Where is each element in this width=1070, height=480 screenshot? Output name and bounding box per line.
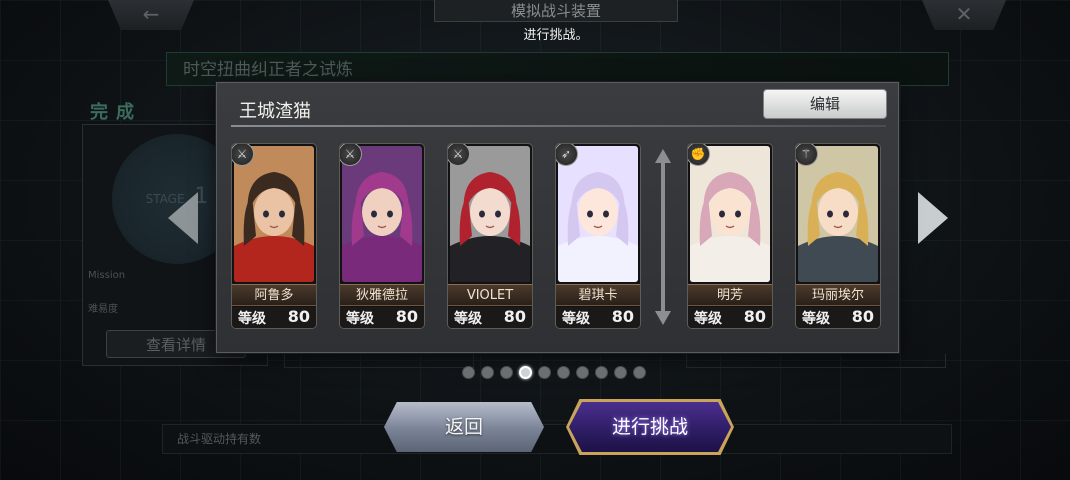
character-portrait bbox=[558, 146, 638, 282]
character-portrait bbox=[690, 146, 770, 282]
character-name: 玛丽埃尔 bbox=[796, 284, 880, 306]
pager-dot[interactable] bbox=[481, 366, 494, 379]
pager-dot[interactable] bbox=[576, 366, 589, 379]
character-portrait bbox=[450, 146, 530, 282]
screen-subtitle: 进行挑战。 bbox=[523, 28, 589, 43]
complete-label: 完成 bbox=[90, 102, 142, 123]
character-portrait bbox=[798, 146, 878, 282]
previous-team-arrow[interactable] bbox=[168, 192, 198, 244]
character-name: 阿鲁多 bbox=[232, 284, 316, 306]
back-arrow-icon: ← bbox=[142, 2, 160, 26]
challenge-button-frame: 进行挑战 bbox=[566, 399, 734, 455]
pager-dot[interactable] bbox=[538, 366, 551, 379]
level-row: 等级 80 bbox=[448, 307, 532, 328]
level-value: 80 bbox=[611, 307, 634, 326]
character-portrait bbox=[342, 146, 422, 282]
pager-dot[interactable] bbox=[633, 366, 646, 379]
level-value: 80 bbox=[851, 307, 874, 326]
trial-banner: 时空扭曲纠正者之试炼 bbox=[166, 52, 949, 86]
character-card[interactable]: ⚔ VIOLET 等级 80 bbox=[447, 143, 533, 329]
level-label: 等级 bbox=[562, 311, 590, 327]
level-value: 80 bbox=[743, 307, 766, 326]
level-row: 等级 80 bbox=[796, 307, 880, 328]
character-card[interactable]: ➶ 碧琪卡 等级 80 bbox=[555, 143, 641, 329]
bg-panel-middle bbox=[284, 354, 474, 368]
swap-divider-icon bbox=[655, 149, 671, 325]
back-arrow-button[interactable]: ← bbox=[108, 0, 194, 30]
level-row: 等级 80 bbox=[556, 307, 640, 328]
team-name: 王城渣猫 bbox=[239, 101, 311, 122]
team-pager bbox=[462, 366, 646, 380]
character-name: 狄雅德拉 bbox=[340, 284, 424, 306]
start-challenge-button[interactable]: 进行挑战 bbox=[569, 402, 731, 452]
level-label: 等级 bbox=[346, 311, 374, 327]
level-label: 等级 bbox=[454, 311, 482, 327]
difficulty-label: 难易度 bbox=[88, 304, 118, 315]
edit-team-button[interactable]: 编辑 bbox=[763, 89, 887, 119]
character-portrait bbox=[234, 146, 314, 282]
battle-drive-count: 战斗驱动持有数 bbox=[162, 424, 952, 454]
level-row: 等级 80 bbox=[340, 307, 424, 328]
next-team-arrow[interactable] bbox=[918, 192, 948, 244]
character-name: 碧琪卡 bbox=[556, 284, 640, 306]
pager-dot[interactable] bbox=[557, 366, 570, 379]
return-button[interactable]: 返回 bbox=[384, 402, 544, 452]
title-divider bbox=[231, 125, 886, 127]
level-row: 等级 80 bbox=[688, 307, 772, 328]
character-name: 明芳 bbox=[688, 284, 772, 306]
close-button[interactable]: ✕ bbox=[922, 0, 1006, 30]
team-modal: 王城渣猫 编辑 ⚔ 阿鲁多 等级 80 ⚔ 狄雅德拉 等级 80 ⚔ VIOLE… bbox=[216, 82, 899, 353]
level-label: 等级 bbox=[802, 311, 830, 327]
level-label: 等级 bbox=[238, 311, 266, 327]
level-value: 80 bbox=[395, 307, 418, 326]
character-card[interactable]: ✊ 明芳 等级 80 bbox=[687, 143, 773, 329]
character-card[interactable]: ⚚ 玛丽埃尔 等级 80 bbox=[795, 143, 881, 329]
mission-label: Mission bbox=[88, 270, 126, 281]
character-card[interactable]: ⚔ 阿鲁多 等级 80 bbox=[231, 143, 317, 329]
bg-panel-right bbox=[686, 354, 946, 368]
pager-dot[interactable] bbox=[595, 366, 608, 379]
level-row: 等级 80 bbox=[232, 307, 316, 328]
pager-dot[interactable] bbox=[462, 366, 475, 379]
pager-dot[interactable] bbox=[500, 366, 513, 379]
level-value: 80 bbox=[503, 307, 526, 326]
screen-title: 模拟战斗装置 bbox=[434, 0, 678, 22]
character-name: VIOLET bbox=[448, 284, 532, 306]
pager-dot[interactable] bbox=[614, 366, 627, 379]
close-icon: ✕ bbox=[955, 2, 973, 26]
character-card[interactable]: ⚔ 狄雅德拉 等级 80 bbox=[339, 143, 425, 329]
level-value: 80 bbox=[287, 307, 310, 326]
pager-dot[interactable] bbox=[519, 366, 532, 379]
level-label: 等级 bbox=[694, 311, 722, 327]
